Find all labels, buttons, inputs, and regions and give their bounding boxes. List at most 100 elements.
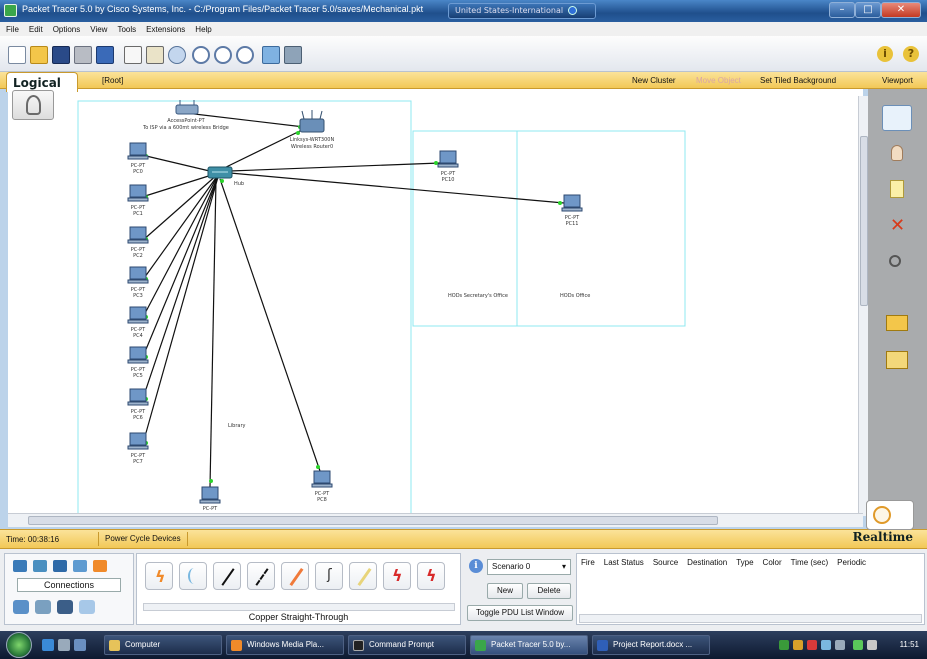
- select-tool-icon[interactable]: [882, 105, 912, 131]
- scenario-info-icon[interactable]: i: [469, 559, 483, 573]
- show-desktop-icon[interactable]: [58, 639, 70, 651]
- pc-device-pc7[interactable]: PC-PT PC7: [127, 432, 149, 465]
- column-fire[interactable]: Fire: [581, 558, 595, 567]
- set-tiled-background-button[interactable]: Set Tiled Background: [760, 76, 836, 85]
- delete-scenario-button[interactable]: Delete: [527, 583, 571, 599]
- start-button[interactable]: [6, 632, 32, 658]
- hubs-category-icon[interactable]: [53, 560, 67, 572]
- zoom-in-icon[interactable]: [192, 46, 210, 64]
- task-project-report[interactable]: Project Report.docx ...: [592, 635, 710, 655]
- move-layout-hand-icon[interactable]: [882, 141, 912, 167]
- pc-device-pc1[interactable]: PC-PT PC1: [127, 184, 149, 217]
- drawing-palette-icon[interactable]: [262, 46, 280, 64]
- pc-device-pc8[interactable]: PC-PT PC8: [311, 470, 333, 503]
- switches-category-icon[interactable]: [33, 560, 47, 572]
- custom-made-devices-category-icon[interactable]: [57, 600, 73, 614]
- copy-icon[interactable]: [124, 46, 142, 64]
- phone-cable-icon[interactable]: ʃ: [315, 562, 343, 590]
- wan-emulation-category-icon[interactable]: [35, 600, 51, 614]
- column-periodic[interactable]: Periodic: [837, 558, 866, 567]
- column-time-sec[interactable]: Time (sec): [791, 558, 828, 567]
- delete-icon[interactable]: ✕: [882, 215, 912, 241]
- realtime-mode-tab[interactable]: Realtime: [853, 530, 913, 544]
- copper-cross-over-icon[interactable]: [247, 562, 275, 590]
- logical-workspace[interactable]: AccessPoint-PT To ISP via a 600mt wirele…: [8, 89, 863, 513]
- pc-device-pc6[interactable]: PC-PT PC6: [127, 388, 149, 421]
- tray-security-icon[interactable]: [793, 640, 803, 650]
- access-point-device[interactable]: AccessPoint-PT To ISP via a 600mt wirele…: [142, 100, 229, 131]
- keyboard-layout-indicator[interactable]: United States-International: [448, 3, 596, 19]
- viewport-button[interactable]: Viewport: [882, 76, 913, 85]
- workspace-vertical-scrollbar[interactable]: [858, 96, 868, 516]
- pc-device-pc5[interactable]: PC-PT PC5: [127, 346, 149, 379]
- pdu-table-scrollbar[interactable]: [579, 614, 922, 623]
- tray-antivirus-icon[interactable]: [807, 640, 817, 650]
- connections-scrollbar[interactable]: [143, 603, 455, 611]
- task-command-prompt[interactable]: Command Prompt: [348, 635, 466, 655]
- wireless-router-device[interactable]: Linksys-WRT300N Wireless Router0: [290, 110, 335, 150]
- multiuser-connection-category-icon[interactable]: [79, 600, 95, 614]
- column-color[interactable]: Color: [763, 558, 782, 567]
- copper-straight-through-icon[interactable]: [213, 562, 241, 590]
- vertical-scroll-thumb[interactable]: [860, 136, 868, 306]
- open-icon[interactable]: [30, 46, 48, 64]
- column-last-status[interactable]: Last Status: [604, 558, 644, 567]
- tray-bluetooth-icon[interactable]: [821, 640, 831, 650]
- serial-dte-icon[interactable]: ϟ: [417, 562, 445, 590]
- routers-category-icon[interactable]: [13, 560, 27, 572]
- menu-tools[interactable]: Tools: [117, 25, 136, 34]
- pc-device-pc10[interactable]: PC-PT PC10: [437, 150, 459, 183]
- zoom-out-icon[interactable]: [236, 46, 254, 64]
- end-devices-category-icon[interactable]: [13, 600, 29, 614]
- internet-explorer-icon[interactable]: [42, 639, 54, 651]
- zoom-reset-icon[interactable]: [214, 46, 232, 64]
- column-type[interactable]: Type: [736, 558, 753, 567]
- add-complex-pdu-icon[interactable]: [882, 347, 912, 373]
- root-breadcrumb[interactable]: [Root]: [102, 76, 123, 85]
- undo-icon[interactable]: [168, 46, 186, 64]
- task-packet-tracer[interactable]: Packet Tracer 5.0 by...: [470, 635, 588, 655]
- menu-view[interactable]: View: [90, 25, 107, 34]
- horizontal-scroll-thumb[interactable]: [28, 516, 718, 525]
- pc-device-bottom-1[interactable]: PC-PT: [199, 486, 221, 512]
- save-icon[interactable]: [52, 46, 70, 64]
- task-computer[interactable]: Computer: [104, 635, 222, 655]
- place-note-icon[interactable]: [882, 177, 912, 203]
- tray-clock[interactable]: 11:51: [900, 640, 919, 649]
- pc-device-pc4[interactable]: PC-PT PC4: [127, 306, 149, 339]
- tray-network-icon[interactable]: [779, 640, 789, 650]
- tray-power-icon[interactable]: [835, 640, 845, 650]
- custom-device-icon[interactable]: [284, 46, 302, 64]
- console-cable-icon[interactable]: [179, 562, 207, 590]
- column-source[interactable]: Source: [653, 558, 678, 567]
- menu-options[interactable]: Options: [53, 25, 81, 34]
- realtime-clock-icon[interactable]: [866, 500, 914, 530]
- column-destination[interactable]: Destination: [687, 558, 727, 567]
- info-icon[interactable]: i: [877, 46, 893, 62]
- new-cluster-button[interactable]: New Cluster: [632, 76, 676, 85]
- workspace-horizontal-scrollbar[interactable]: [8, 513, 863, 527]
- automatic-connection-icon[interactable]: ϟ: [145, 562, 173, 590]
- serial-dce-icon[interactable]: ϟ: [383, 562, 411, 590]
- scenario-select[interactable]: Scenario 0 ▾: [487, 559, 571, 575]
- hod-office-cluster[interactable]: [516, 130, 686, 327]
- close-button[interactable]: ✕: [881, 2, 921, 18]
- pc-device-pc2[interactable]: PC-PT PC2: [127, 226, 149, 259]
- menu-extensions[interactable]: Extensions: [146, 25, 185, 34]
- switch-windows-icon[interactable]: [74, 639, 86, 651]
- print-icon[interactable]: [74, 46, 92, 64]
- tray-volume-icon[interactable]: [867, 640, 877, 650]
- pc-device-pc3[interactable]: PC-PT PC3: [127, 266, 149, 299]
- activity-wizard-icon[interactable]: [96, 46, 114, 64]
- maximize-button[interactable]: □: [855, 2, 881, 18]
- task-windows-media-player[interactable]: Windows Media Pla...: [226, 635, 344, 655]
- menu-help[interactable]: Help: [195, 25, 211, 34]
- coaxial-cable-icon[interactable]: [349, 562, 377, 590]
- back-to-parent-icon[interactable]: [12, 90, 54, 120]
- fiber-icon[interactable]: [281, 562, 309, 590]
- pc-device-pc11[interactable]: PC-PT PC11: [561, 194, 583, 227]
- add-simple-pdu-icon[interactable]: [882, 311, 912, 337]
- toggle-pdu-list-window-button[interactable]: Toggle PDU List Window: [467, 605, 573, 621]
- new-icon[interactable]: [8, 46, 26, 64]
- connections-category-icon[interactable]: [93, 560, 107, 572]
